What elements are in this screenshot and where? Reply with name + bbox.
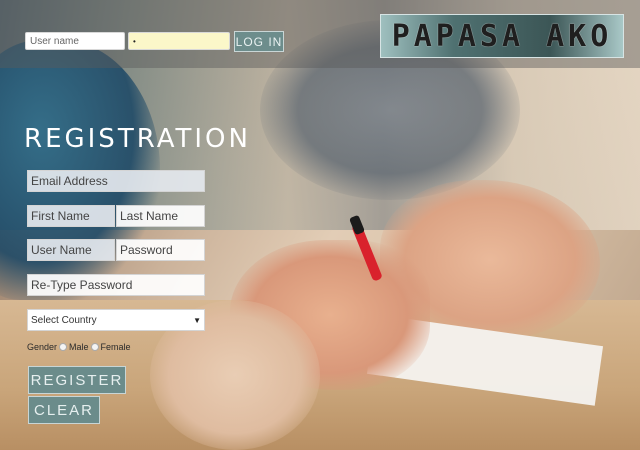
registration-title: REGISTRATION	[24, 124, 251, 154]
country-select-value: Select Country	[31, 314, 97, 326]
retype-password-placeholder: Re-Type Password	[31, 278, 133, 292]
last-name-placeholder: Last Name	[120, 209, 179, 223]
last-name-field[interactable]: Last Name	[116, 205, 205, 227]
country-select[interactable]: Select Country ▼	[27, 309, 205, 331]
chevron-down-icon: ▼	[193, 315, 201, 325]
retype-password-field[interactable]: Re-Type Password	[27, 274, 205, 296]
email-placeholder: Email Address	[31, 174, 108, 188]
first-name-placeholder: First Name	[31, 209, 90, 223]
password-placeholder: Password	[120, 243, 173, 257]
gender-group: Gender Male Female	[27, 342, 131, 352]
male-label: Male	[69, 342, 89, 352]
password-mask: •	[133, 36, 136, 46]
user-name-placeholder: User Name	[31, 243, 92, 257]
username-input[interactable]: User name	[25, 32, 125, 50]
register-button[interactable]: REGISTER	[28, 366, 126, 394]
password-field[interactable]: Password	[116, 239, 205, 261]
brand-logo: PAPASA AKO	[380, 14, 624, 58]
male-radio[interactable]	[59, 343, 68, 351]
login-button[interactable]: LOG IN	[234, 31, 284, 52]
user-name-field[interactable]: User Name	[27, 239, 115, 261]
gender-label: Gender	[27, 342, 58, 352]
clear-button[interactable]: CLEAR	[28, 396, 100, 424]
female-radio[interactable]	[90, 343, 99, 351]
password-input[interactable]: •	[128, 32, 230, 50]
female-label: Female	[100, 342, 131, 352]
username-placeholder: User name	[30, 35, 79, 47]
brand-text: PAPASA AKO	[391, 18, 613, 54]
email-field[interactable]: Email Address	[27, 170, 205, 192]
first-name-field[interactable]: First Name	[27, 205, 115, 227]
